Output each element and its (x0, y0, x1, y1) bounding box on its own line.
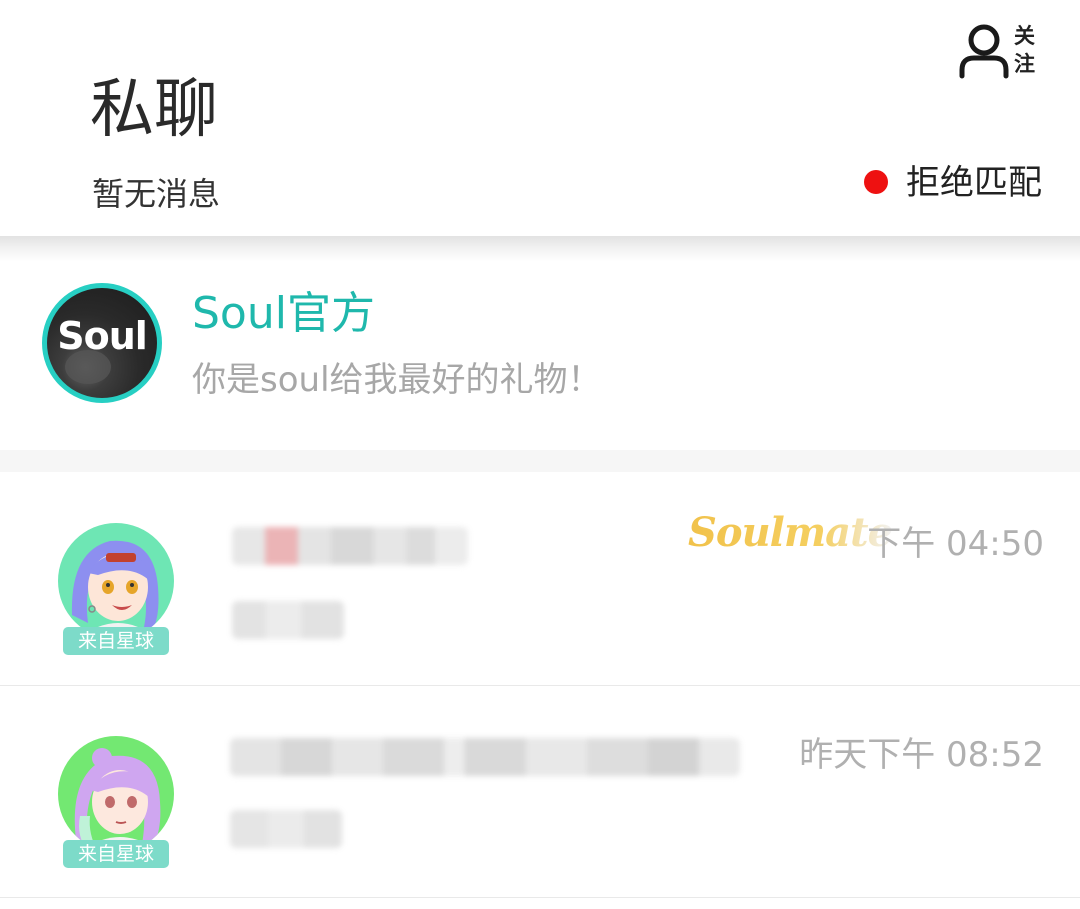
reject-match-label: 拒绝匹配 (906, 163, 1042, 203)
follow-label: 关注 (1014, 24, 1035, 76)
page-title: 私聊 (90, 73, 218, 147)
message-time: 昨天下午 08:52 (799, 735, 1044, 775)
message-time: 下午 04:50 (867, 524, 1044, 564)
soul-logo-avatar: Soul (42, 283, 162, 403)
avatar[interactable]: 来自星球 (58, 736, 174, 868)
status-dot-icon (864, 170, 888, 194)
soulmate-tag: Soulmate (688, 509, 893, 556)
blurred-last-message (230, 810, 342, 848)
chat-row[interactable]: 来自星球 昨天下午 08:52 (0, 686, 1080, 898)
anime-avatar-blue-hair-icon (58, 523, 174, 639)
header: 私聊 暂无消息 关注 拒绝匹配 (0, 0, 1080, 236)
blurred-last-message (232, 601, 344, 639)
header-shadow (0, 236, 1080, 262)
official-conversation[interactable]: Soul Soul官方 你是soul给我最好的礼物！ (0, 262, 1080, 450)
follow-button[interactable]: 关注 (956, 20, 1046, 82)
official-message: 你是soul给我最好的礼物！ (192, 360, 602, 400)
private-chat-page: 私聊 暂无消息 关注 拒绝匹配 Soul Soul官方 你是soul给我最好的礼… (0, 0, 1080, 909)
person-icon (959, 24, 1009, 79)
from-planet-badge: 来自星球 (63, 627, 169, 655)
soul-logo-text: Soul (57, 314, 148, 358)
row-divider (0, 897, 1080, 898)
from-planet-badge: 来自星球 (63, 840, 169, 868)
anime-avatar-purple-hair-icon (58, 736, 174, 852)
page-subtitle: 暂无消息 (92, 175, 221, 213)
avatar[interactable]: 来自星球 (58, 523, 174, 655)
blurred-nickname (232, 527, 468, 565)
official-name: Soul官方 (192, 288, 375, 339)
blurred-nickname (230, 738, 740, 776)
section-gap (0, 450, 1080, 472)
chat-row[interactable]: 来自星球 Soulmate 下午 04:50 (0, 473, 1080, 685)
